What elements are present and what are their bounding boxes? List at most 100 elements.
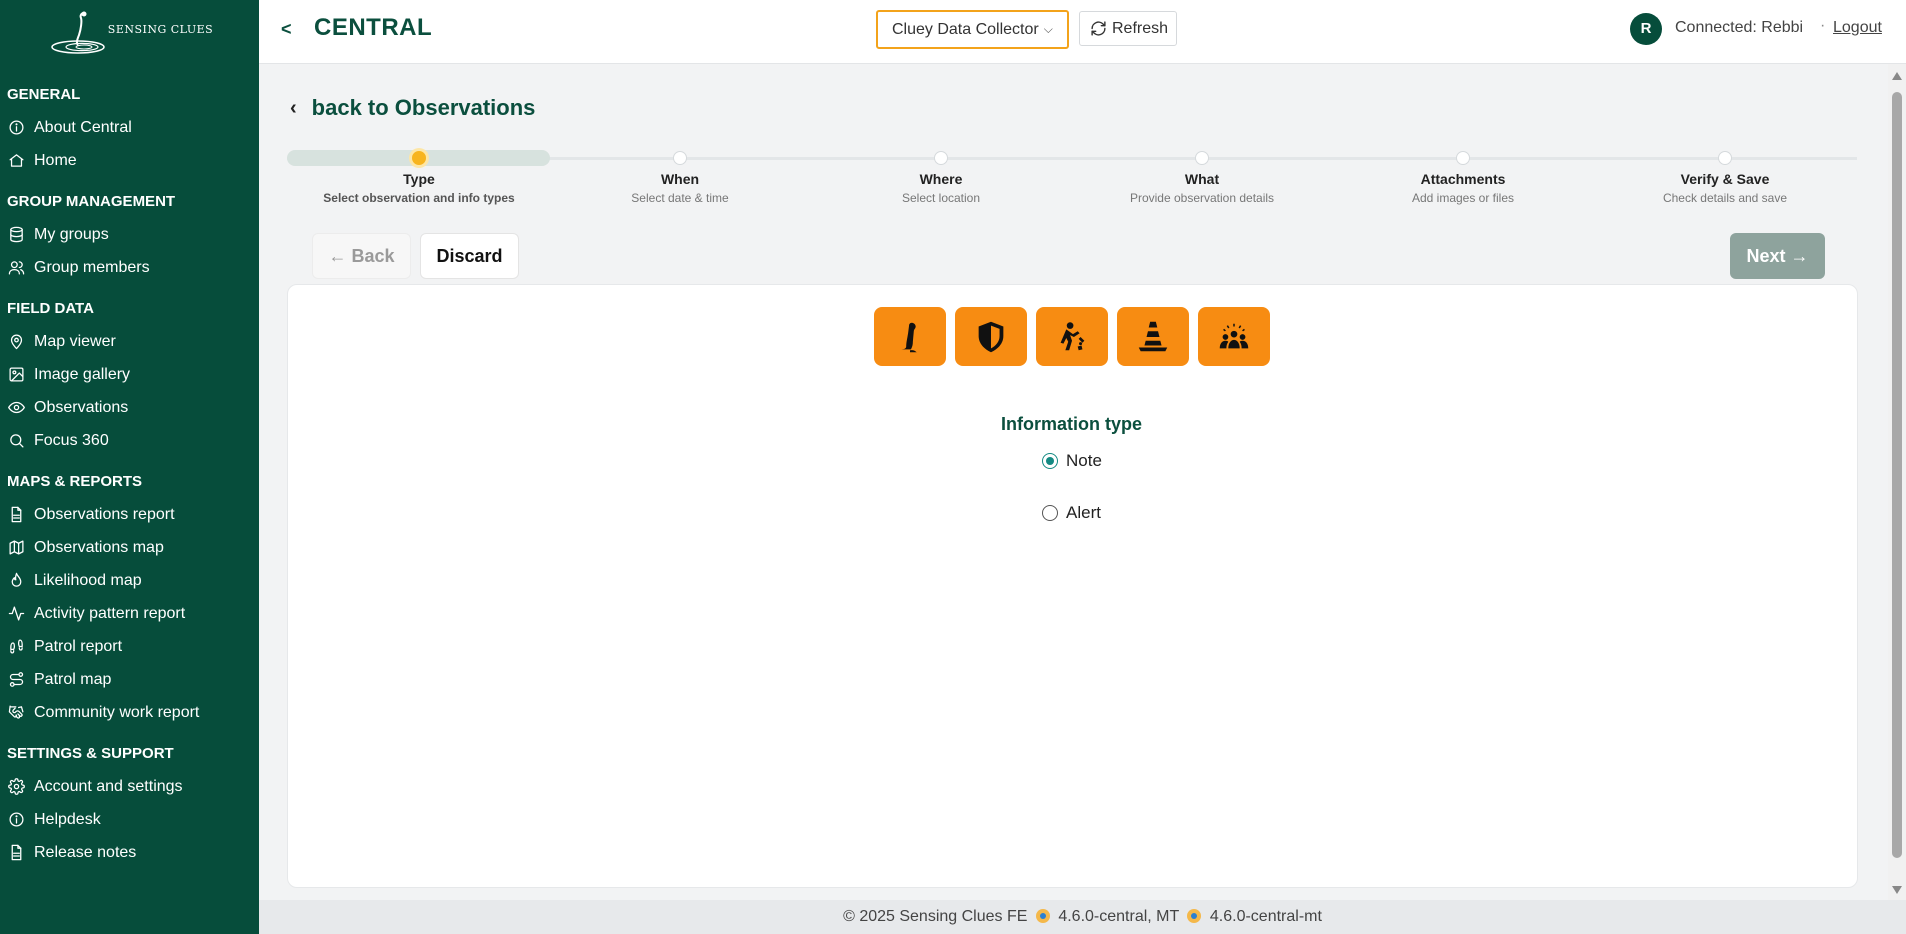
observation-type-community[interactable] [1198,307,1270,366]
sidebar-item-patrol-report[interactable]: Patrol report [0,630,259,663]
next-button[interactable]: Next → [1730,233,1825,279]
sidebar-item-group-members[interactable]: Group members [0,251,259,284]
data-collector-select[interactable]: Cluey Data Collector ⌵ [876,10,1069,49]
route-icon [9,672,24,687]
footprints-icon [10,639,23,654]
collapse-sidebar-button[interactable]: < [281,19,292,40]
handshake-icon [8,705,24,719]
step-type[interactable]: Type Select observation and info types [309,150,529,205]
observation-type-security[interactable] [955,307,1027,366]
chevron-down-icon: ⌵ [1043,22,1053,36]
sidebar-item-label: Release notes [34,843,137,861]
step-label: When [660,171,700,187]
sidebar-item-label: Group members [34,258,150,276]
info-type-option-alert[interactable]: Alert [1042,503,1101,523]
sidebar-item-label: Home [34,151,77,169]
step-description: Check details and save [1662,191,1788,205]
logout-link[interactable]: Logout [1833,19,1882,37]
sidebar-item-my-groups[interactable]: My groups [0,218,259,251]
sidebar-item-observations-map[interactable]: Observations map [0,531,259,564]
observation-type-infrastructure[interactable] [1117,307,1189,366]
step-label: Type [403,171,435,187]
sensing-clues-logo[interactable]: SENSING CLUES [0,0,259,64]
info-type-option-note[interactable]: Note [1042,451,1102,471]
eye-icon [8,401,25,414]
nav-section-title: MAPS & REPORTS [7,473,143,490]
sidebar-item-label: Patrol report [34,637,123,655]
sidebar-item-image-gallery[interactable]: Image gallery [0,358,259,391]
sidebar-item-label: My groups [34,225,109,243]
sidebar-item-label: Map viewer [34,332,116,350]
observation-type-animal[interactable] [874,307,946,366]
image-icon [9,367,24,382]
gear-icon [8,778,25,795]
scroll-thumb[interactable] [1892,92,1902,858]
scroll-down-arrow-icon[interactable] [1892,886,1902,894]
sidebar-item-observations-report[interactable]: Observations report [0,498,259,531]
step-attachments[interactable]: Attachments Add images or files [1353,150,1573,205]
sidebar-item-patrol-map[interactable]: Patrol map [0,663,259,696]
step-description: Select location [901,191,981,205]
sidebar-item-about-central[interactable]: About Central [0,111,259,144]
separator-dot: · [1820,17,1826,34]
sidebar-item-label: Patrol map [34,670,112,688]
sidebar-item-label: Activity pattern report [34,604,186,622]
sidebar-item-label: Observations map [34,538,164,556]
step-label: Verify & Save [1680,171,1770,187]
observation-type-card [287,284,1858,888]
connected-user-text: Connected: Rebbi [1675,19,1804,36]
sidebar-item-activity-pattern-report[interactable]: Activity pattern report [0,597,259,630]
data-collector-value: Cluey Data Collector [892,20,1039,38]
sidebar-item-likelihood-map[interactable]: Likelihood map [0,564,259,597]
sidebar-item-account-and-settings[interactable]: Account and settings [0,770,259,803]
discard-button[interactable]: Discard [420,233,519,279]
note-radio[interactable] [1042,453,1058,469]
sidebar-item-label: Community work report [34,703,200,721]
back-to-observations-link[interactable]: ‹ back to Observations [290,95,535,121]
sidebar-item-community-work-report[interactable]: Community work report [0,696,259,729]
copyright-text: © 2025 Sensing Clues FE [843,908,1028,925]
info-icon [9,120,24,135]
step-indicator [1718,151,1732,165]
top-header: < CENTRAL Cluey Data Collector ⌵ Refresh… [259,0,1906,64]
sidebar-item-release-notes[interactable]: Release notes [0,836,259,869]
step-verify-save[interactable]: Verify & Save Check details and save [1615,150,1835,205]
alert-radio[interactable] [1042,505,1058,521]
information-type-title: Information type [1000,414,1142,434]
step-indicator [934,151,948,165]
page-scrollbar[interactable] [1888,64,1906,900]
observation-type-tiles [874,307,1270,366]
step-label: Where [919,171,963,187]
nav-section-title: GROUP MANAGEMENT [7,193,176,210]
step-what[interactable]: What Provide observation details [1092,150,1312,205]
sidebar-item-label: Observations [34,398,129,416]
sidebar-item-observations[interactable]: Observations [0,391,259,424]
step-where[interactable]: Where Select location [831,150,1051,205]
sidebar-item-helpdesk[interactable]: Helpdesk [0,803,259,836]
sidebar-item-home[interactable]: Home [0,144,259,177]
observation-type-human-activity[interactable] [1036,307,1108,366]
chevron-left-icon: ‹ [290,96,297,119]
refresh-icon [1091,21,1106,36]
map-pin-icon [10,334,23,350]
refresh-button[interactable]: Refresh [1079,11,1177,46]
sidebar-item-map-viewer[interactable]: Map viewer [0,325,259,358]
step-indicator [412,151,426,165]
scroll-up-arrow-icon[interactable] [1892,72,1902,80]
back-button[interactable]: ← Back [312,233,411,279]
database-icon [10,226,23,243]
step-label: What [1184,171,1220,187]
users-icon [8,261,25,275]
step-indicator [1195,151,1209,165]
avatar[interactable]: R [1630,13,1662,45]
shield-icon [978,321,1004,352]
sidebar-item-label: Focus 360 [34,431,109,449]
step-description: Select date & time [631,191,729,205]
community-icon [1219,323,1249,348]
step-indicator [673,151,687,165]
step-description: Provide observation details [1129,191,1275,205]
step-when[interactable]: When Select date & time [570,150,790,205]
poacher-icon [1060,321,1085,350]
sidebar-item-label: About Central [34,118,132,136]
sidebar-item-focus-360[interactable]: Focus 360 [0,424,259,457]
